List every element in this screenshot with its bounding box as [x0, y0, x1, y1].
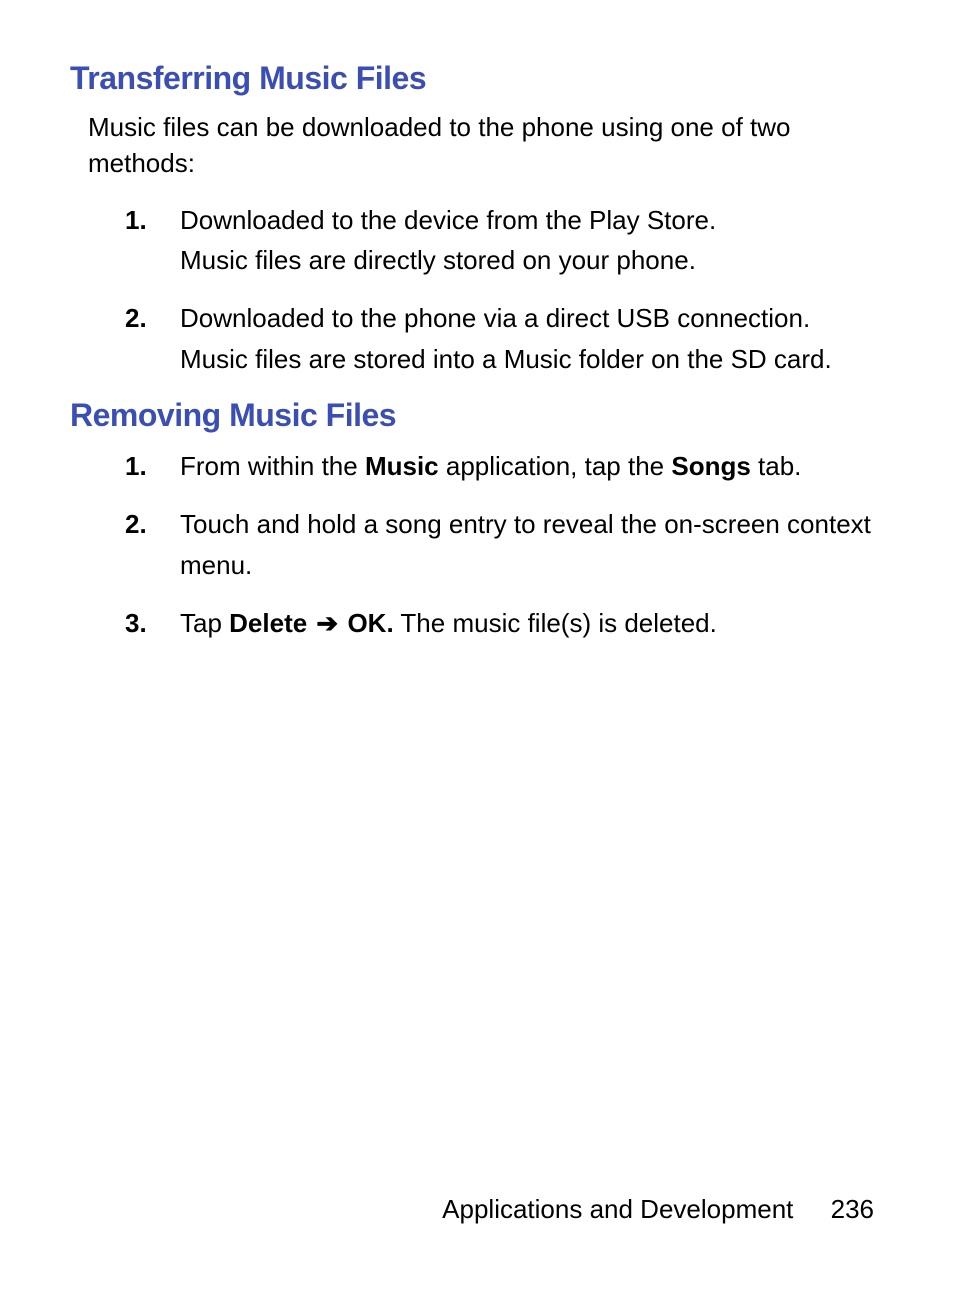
- removing-list: From within the Music application, tap t…: [70, 446, 884, 643]
- arrow-icon: ➔: [307, 608, 347, 638]
- bold-text: Delete: [229, 608, 307, 638]
- list-item: Touch and hold a song entry to reveal th…: [70, 504, 884, 585]
- list-item: Tap Delete ➔ OK. The music file(s) is de…: [70, 603, 884, 643]
- heading-removing: Removing Music Files: [70, 397, 884, 434]
- bold-text: Songs: [671, 451, 750, 481]
- text-segment: The music file(s) is deleted.: [394, 608, 717, 638]
- bold-text: OK.: [347, 608, 393, 638]
- text-segment: Touch and hold a song entry to reveal th…: [180, 509, 871, 579]
- text-segment: tab.: [751, 451, 802, 481]
- heading-transferring: Transferring Music Files: [70, 60, 884, 97]
- footer-page-number: 236: [831, 1194, 874, 1224]
- list-item-line2: Music files are stored into a Music fold…: [180, 339, 884, 379]
- list-item-line1: Downloaded to the phone via a direct USB…: [180, 298, 884, 338]
- list-item: Downloaded to the phone via a direct USB…: [70, 298, 884, 379]
- list-item-line1: Downloaded to the device from the Play S…: [180, 200, 884, 240]
- text-segment: From within the: [180, 451, 365, 481]
- list-item-line2: Music files are directly stored on your …: [180, 240, 884, 280]
- list-item: From within the Music application, tap t…: [70, 446, 884, 486]
- page-footer: Applications and Development 236: [442, 1194, 874, 1225]
- text-segment: application, tap the: [439, 451, 672, 481]
- list-item: Downloaded to the device from the Play S…: [70, 200, 884, 281]
- text-segment: Tap: [180, 608, 229, 638]
- bold-text: Music: [365, 451, 439, 481]
- intro-paragraph: Music files can be downloaded to the pho…: [70, 109, 884, 182]
- transferring-list: Downloaded to the device from the Play S…: [70, 200, 884, 379]
- footer-section-title: Applications and Development: [442, 1194, 793, 1224]
